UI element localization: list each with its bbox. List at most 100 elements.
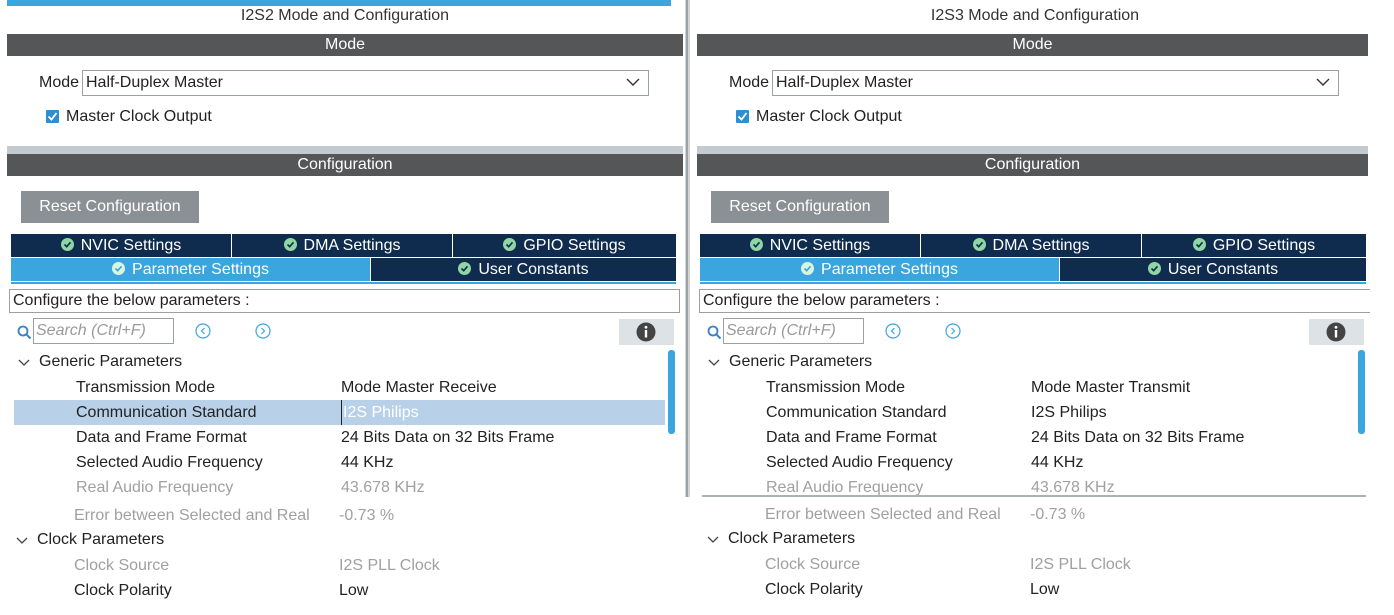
- param-row-readonly: Error between Selected and Real -0.73 %: [702, 502, 1353, 527]
- tab-label: GPIO Settings: [523, 237, 626, 254]
- param-value: 24 Bits Data on 32 Bits Frame: [1031, 429, 1245, 446]
- mode-section-header: Mode: [697, 34, 1368, 56]
- check-circle-icon: [749, 238, 763, 251]
- tab-gpio-settings[interactable]: GPIO Settings: [453, 234, 676, 257]
- tab-label: GPIO Settings: [1212, 237, 1316, 254]
- tab-gpio-settings[interactable]: GPIO Settings: [1142, 234, 1366, 257]
- param-row[interactable]: Transmission Mode Mode Master Receive: [14, 375, 665, 400]
- scrollbar-thumb[interactable]: [1358, 350, 1365, 434]
- param-name: Error between Selected and Real: [765, 506, 1001, 523]
- clock-parameters-group[interactable]: Clock Parameters: [37, 531, 164, 549]
- info-button[interactable]: [1309, 319, 1364, 345]
- tab-user-constants[interactable]: User Constants: [371, 258, 676, 281]
- configure-hint: Configure the below parameters :: [699, 289, 1370, 313]
- tab-label: NVIC Settings: [769, 237, 871, 254]
- check-circle-icon: [801, 262, 815, 275]
- param-value: 44 KHz: [341, 454, 394, 471]
- config-section-header: Configuration: [697, 154, 1368, 176]
- generic-parameters-group[interactable]: Generic Parameters: [39, 353, 182, 371]
- chevron-down-icon: [626, 78, 640, 86]
- checkmark-icon: [737, 112, 748, 121]
- tab-parameter-settings[interactable]: Parameter Settings: [11, 258, 371, 281]
- search-icon: [17, 325, 32, 340]
- param-row[interactable]: Selected Audio Frequency 44 KHz: [704, 450, 1355, 475]
- check-circle-icon: [458, 262, 472, 275]
- scrollbar-thumb[interactable]: [668, 350, 675, 434]
- section-separator: [697, 146, 1368, 154]
- list-bottom-border: [702, 495, 1366, 497]
- master-clock-label: Master Clock Output: [66, 108, 212, 125]
- param-value: -0.73 %: [1030, 506, 1086, 523]
- mode-select-value: Half-Duplex Master: [86, 74, 223, 91]
- chevron-down-icon: [1316, 78, 1330, 86]
- tab-underline: [700, 282, 1366, 284]
- param-value: Low: [339, 582, 369, 599]
- param-row[interactable]: Clock Polarity Low: [702, 577, 1353, 602]
- mode-select[interactable]: Half-Duplex Master: [772, 70, 1339, 96]
- chevron-down-icon[interactable]: [707, 535, 719, 545]
- generic-parameters-group[interactable]: Generic Parameters: [729, 353, 872, 371]
- param-name: Transmission Mode: [766, 379, 906, 396]
- param-row[interactable]: Data and Frame Format 24 Bits Data on 32…: [14, 425, 665, 450]
- tab-user-constants[interactable]: User Constants: [1060, 258, 1366, 281]
- param-row-selected[interactable]: Communication Standard I2S Philips: [14, 400, 665, 425]
- reset-configuration-button[interactable]: Reset Configuration: [711, 191, 889, 223]
- chevron-down-icon[interactable]: [18, 358, 30, 368]
- param-value: -0.73 %: [339, 507, 395, 524]
- previous-icon[interactable]: [195, 323, 211, 339]
- master-clock-checkbox[interactable]: [46, 110, 59, 123]
- search-input[interactable]: Search (Ctrl+F): [723, 318, 864, 344]
- tab-dma-settings[interactable]: DMA Settings: [232, 234, 453, 257]
- mode-select-value: Half-Duplex Master: [776, 74, 913, 91]
- chevron-down-icon[interactable]: [16, 536, 28, 546]
- configure-hint: Configure the below parameters :: [9, 289, 680, 313]
- master-clock-checkbox[interactable]: [736, 110, 749, 123]
- param-row[interactable]: Selected Audio Frequency 44 KHz: [14, 450, 665, 475]
- param-row[interactable]: Data and Frame Format 24 Bits Data on 32…: [704, 425, 1355, 450]
- i2s3-panel: I2S3 Mode and Configuration Mode Mode Ha…: [690, 0, 1394, 615]
- param-value: Low: [1030, 581, 1060, 598]
- check-circle-icon: [112, 262, 126, 275]
- info-button[interactable]: [619, 319, 674, 345]
- param-row[interactable]: Transmission Mode Mode Master Transmit: [704, 375, 1355, 400]
- tab-label: DMA Settings: [303, 237, 401, 254]
- panel-title: I2S2 Mode and Configuration: [240, 7, 450, 24]
- info-icon: [1326, 322, 1346, 342]
- tab-nvic-settings[interactable]: NVIC Settings: [11, 234, 232, 257]
- tab-label: User Constants: [1167, 261, 1279, 278]
- param-name: Clock Source: [765, 556, 861, 573]
- search-input[interactable]: Search (Ctrl+F): [33, 318, 174, 344]
- mode-label: Mode: [729, 74, 770, 91]
- mode-select[interactable]: Half-Duplex Master: [82, 70, 649, 96]
- tab-label: NVIC Settings: [80, 237, 182, 254]
- param-name: Communication Standard: [76, 404, 257, 421]
- mode-section-header: Mode: [7, 34, 683, 56]
- param-value: I2S PLL Clock: [339, 557, 440, 574]
- next-icon[interactable]: [255, 323, 271, 339]
- param-value: I2S Philips: [1031, 404, 1107, 421]
- tab-label: DMA Settings: [992, 237, 1090, 254]
- search-icon: [707, 325, 722, 340]
- panel-top-accent: [7, 0, 671, 6]
- param-row[interactable]: Communication Standard I2S Philips: [704, 400, 1355, 425]
- tab-label: Parameter Settings: [821, 261, 958, 278]
- previous-icon[interactable]: [885, 323, 901, 339]
- param-row-readonly: Clock Source I2S PLL Clock: [702, 552, 1353, 577]
- clock-parameters-group[interactable]: Clock Parameters: [728, 530, 855, 548]
- param-row[interactable]: Clock Polarity Low: [12, 578, 663, 603]
- mode-label: Mode: [39, 74, 80, 91]
- checkmark-icon: [47, 112, 58, 121]
- check-circle-icon: [283, 238, 297, 251]
- param-row-readonly: Clock Source I2S PLL Clock: [12, 553, 663, 578]
- reset-configuration-button[interactable]: Reset Configuration: [21, 191, 199, 223]
- param-name: Selected Audio Frequency: [766, 454, 953, 471]
- panel-title: I2S3 Mode and Configuration: [930, 7, 1140, 24]
- tab-dma-settings[interactable]: DMA Settings: [921, 234, 1142, 257]
- tab-nvic-settings[interactable]: NVIC Settings: [700, 234, 921, 257]
- check-circle-icon: [972, 238, 986, 251]
- check-circle-icon: [503, 238, 517, 251]
- next-icon[interactable]: [945, 323, 961, 339]
- tab-parameter-settings[interactable]: Parameter Settings: [700, 258, 1060, 281]
- chevron-down-icon[interactable]: [708, 358, 720, 368]
- param-name: Transmission Mode: [76, 379, 216, 396]
